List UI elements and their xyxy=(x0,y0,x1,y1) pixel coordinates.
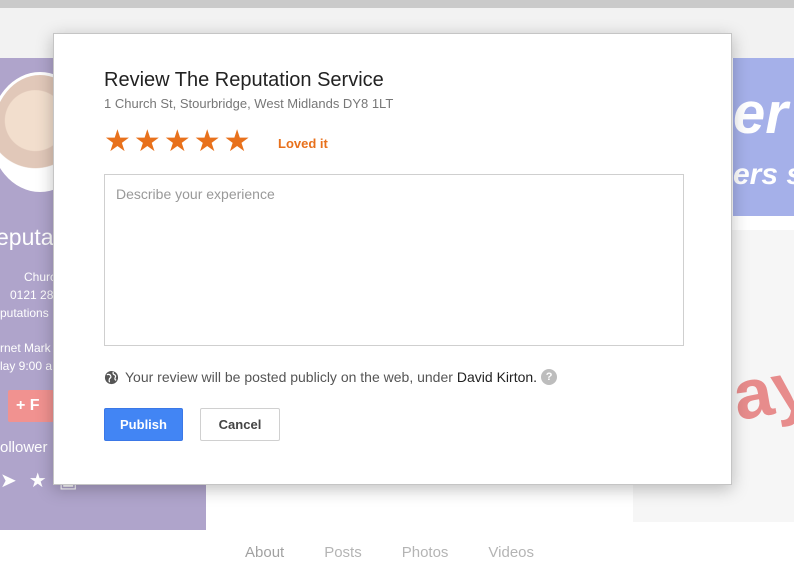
star-icon[interactable]: ★ xyxy=(194,124,221,160)
rating-label: Loved it xyxy=(278,136,328,151)
notice-user-name: David Kirton. xyxy=(456,369,538,385)
review-dialog: Review The Reputation Service 1 Church S… xyxy=(53,33,732,485)
star-icon[interactable]: ★ xyxy=(224,124,251,160)
business-address: 1 Church St, Stourbridge, West Midlands … xyxy=(104,96,394,111)
publish-button[interactable]: Publish xyxy=(104,408,183,441)
review-textarea[interactable] xyxy=(104,174,684,346)
public-notice: Your review will be posted publicly on t… xyxy=(104,369,558,385)
dialog-title: Review The Reputation Service xyxy=(104,69,384,91)
notice-text: Your review will be posted publicly on t… xyxy=(125,369,453,385)
star-icon[interactable]: ★ xyxy=(104,124,131,160)
star-rating: ★ ★ ★ ★ ★ xyxy=(104,124,251,160)
star-icon[interactable]: ★ xyxy=(134,124,161,160)
help-icon[interactable]: ? xyxy=(541,369,558,385)
cancel-button[interactable]: Cancel xyxy=(200,408,280,441)
globe-icon xyxy=(104,370,119,384)
star-icon[interactable]: ★ xyxy=(164,124,191,160)
